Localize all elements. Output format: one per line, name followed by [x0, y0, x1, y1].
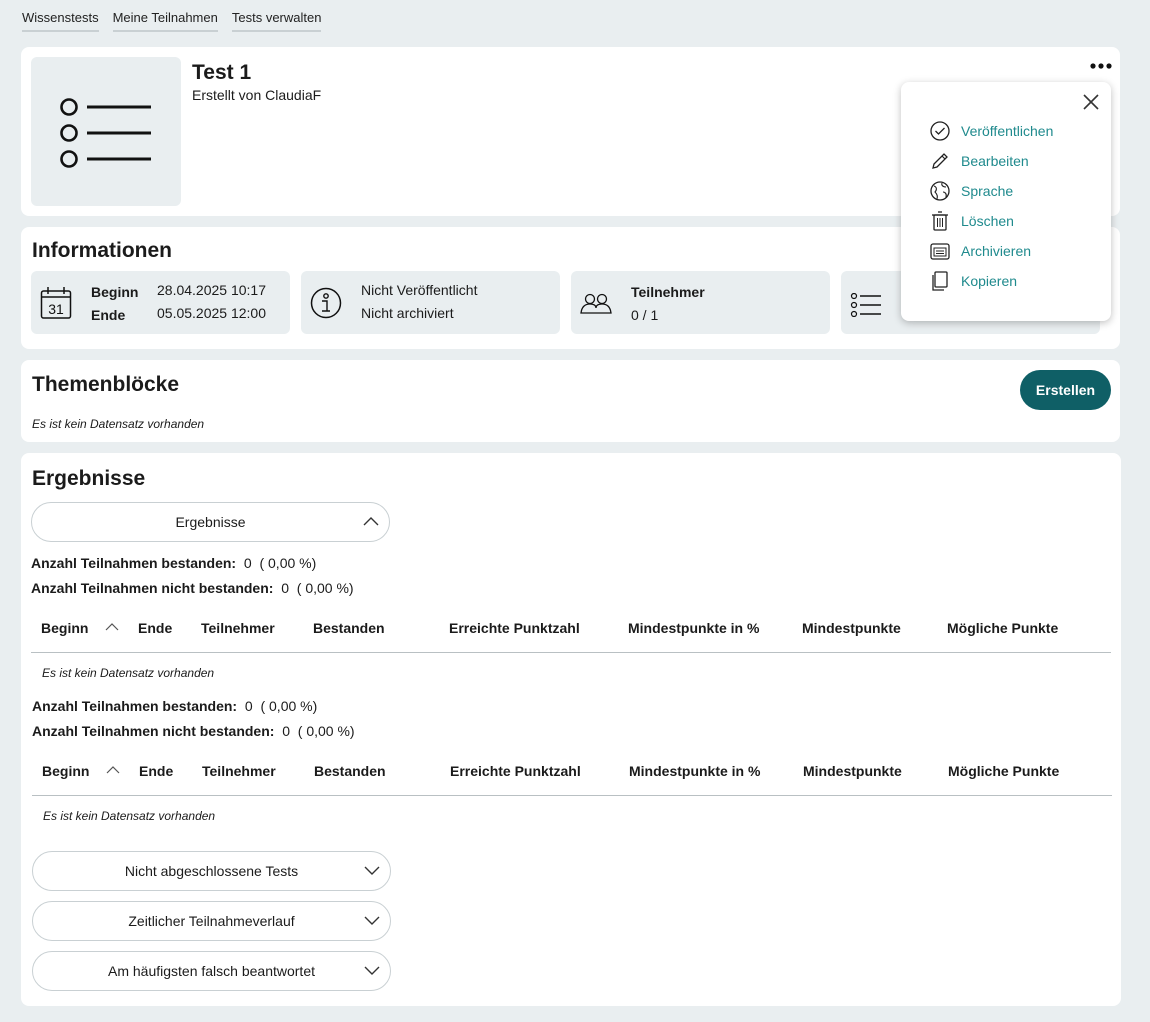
passed-stat-2: Anzahl Teilnahmen bestanden: 0 ( 0,00 %)	[32, 698, 318, 714]
close-icon[interactable]	[1082, 93, 1100, 111]
col-beginn[interactable]: Beginn	[42, 763, 89, 779]
table-divider	[32, 795, 1112, 796]
menu-label-language: Sprache	[961, 183, 1014, 199]
status-archived: Nicht archiviert	[361, 305, 454, 321]
menu-item-delete[interactable]: Löschen	[929, 209, 1014, 233]
status-published: Nicht Veröffentlicht	[361, 282, 478, 298]
menu-label-publish: Veröffentlichen	[961, 123, 1054, 139]
trash-icon	[932, 211, 948, 231]
chevron-down-icon	[364, 916, 380, 925]
col-ende[interactable]: Ende	[139, 763, 173, 779]
topic-blocks-card: Themenblöcke Erstellen Es ist kein Daten…	[21, 360, 1120, 442]
menu-label-edit: Bearbeiten	[961, 153, 1029, 169]
test-author: Erstellt von ClaudiaF	[192, 87, 322, 103]
nav-meine-teilnahmen[interactable]: Meine Teilnahmen	[112, 10, 218, 32]
col-teilnehmer[interactable]: Teilnehmer	[201, 620, 275, 636]
topic-blocks-empty: Es ist kein Datensatz vorhanden	[32, 417, 205, 431]
col-erreichte-punktzahl[interactable]: Erreichte Punktzahl	[449, 620, 580, 636]
nav-tests-verwalten[interactable]: Tests verwalten	[231, 10, 322, 32]
col-ende[interactable]: Ende	[138, 620, 172, 636]
accordion-unfinished-tests[interactable]: Nicht abgeschlossene Tests	[32, 851, 391, 891]
create-button[interactable]: Erstellen	[1020, 370, 1111, 410]
col-moegliche-punkte[interactable]: Mögliche Punkte	[948, 763, 1059, 779]
sort-asc-icon[interactable]	[105, 622, 119, 632]
copy-icon	[932, 271, 948, 291]
participants-value: 0 / 1	[631, 307, 659, 323]
menu-label-copy: Kopieren	[961, 273, 1018, 289]
table-divider	[31, 652, 1111, 653]
sort-asc-icon[interactable]	[106, 765, 120, 775]
accordion-label: Nicht abgeschlossene Tests	[124, 863, 299, 879]
menu-item-edit[interactable]: Bearbeiten	[929, 149, 1029, 173]
results-accordion-label: Ergebnisse	[175, 514, 246, 530]
info-box-participants: Teilnehmer 0 / 1	[571, 271, 830, 334]
calendar-icon: 31	[40, 287, 72, 319]
col-erreichte-punktzahl[interactable]: Erreichte Punktzahl	[450, 763, 581, 779]
col-bestanden[interactable]: Bestanden	[313, 620, 385, 636]
end-label: Ende	[91, 307, 126, 323]
col-mindestpunkte-prozent[interactable]: Mindestpunkte in %	[628, 620, 759, 636]
begin-label: Beginn	[91, 284, 139, 300]
more-horizontal-icon[interactable]	[1089, 59, 1113, 73]
menu-label-delete: Löschen	[961, 213, 1014, 229]
chevron-down-icon	[364, 866, 380, 875]
accordion-label: Am häufigsten falsch beantwortet	[107, 963, 315, 979]
results-title: Ergebnisse	[32, 467, 146, 490]
menu-item-language[interactable]: Sprache	[929, 179, 1013, 203]
table-empty: Es ist kein Datensatz vorhanden	[42, 666, 215, 680]
table-empty: Es ist kein Datensatz vorhanden	[43, 809, 216, 823]
failed-stat: Anzahl Teilnahmen nicht bestanden: 0 ( 0…	[31, 580, 354, 596]
topic-blocks-title: Themenblöcke	[32, 373, 180, 396]
col-bestanden[interactable]: Bestanden	[314, 763, 386, 779]
col-mindestpunkte[interactable]: Mindestpunkte	[802, 620, 901, 636]
results-accordion[interactable]: Ergebnisse	[31, 502, 390, 542]
accordion-label: Zeitlicher Teilnahmeverlauf	[128, 913, 295, 929]
list-icon	[850, 293, 881, 317]
test-thumbnail	[31, 57, 181, 206]
menu-label-archive: Archivieren	[961, 243, 1032, 259]
archive-icon	[930, 243, 950, 260]
info-box-status: Nicht Veröffentlicht Nicht archiviert	[301, 271, 560, 334]
accordion-timeline[interactable]: Zeitlicher Teilnahmeverlauf	[32, 901, 391, 941]
chevron-up-icon	[363, 517, 379, 526]
svg-text:31: 31	[48, 301, 64, 317]
col-mindestpunkte-prozent[interactable]: Mindestpunkte in %	[629, 763, 760, 779]
information-title: Informationen	[32, 239, 172, 262]
check-circle-icon	[930, 121, 950, 141]
accordion-most-wrong[interactable]: Am häufigsten falsch beantwortet	[32, 951, 391, 991]
info-icon	[310, 287, 342, 319]
begin-value: 28.04.2025 10:17	[157, 282, 266, 298]
col-beginn[interactable]: Beginn	[41, 620, 88, 636]
menu-item-archive[interactable]: Archivieren	[929, 239, 1031, 263]
col-teilnehmer[interactable]: Teilnehmer	[202, 763, 276, 779]
passed-stat: Anzahl Teilnahmen bestanden: 0 ( 0,00 %)	[31, 555, 317, 571]
actions-menu: Veröffentlichen Bearbeiten Sprache Lösch…	[901, 82, 1111, 321]
col-moegliche-punkte[interactable]: Mögliche Punkte	[947, 620, 1058, 636]
globe-icon	[930, 181, 950, 201]
menu-item-copy[interactable]: Kopieren	[929, 269, 1017, 293]
users-icon	[580, 293, 612, 314]
nav-wissenstests[interactable]: Wissenstests	[22, 10, 99, 32]
info-box-dates: 31 Beginn Ende 28.04.2025 10:17 05.05.20…	[31, 271, 290, 334]
end-value: 05.05.2025 12:00	[157, 305, 266, 321]
results-card: Ergebnisse Ergebnisse Anzahl Teilnahmen …	[21, 453, 1121, 1006]
test-title: Test 1	[192, 61, 252, 84]
top-navigation: Wissenstests Meine Teilnahmen Tests verw…	[22, 10, 322, 32]
col-mindestpunkte[interactable]: Mindestpunkte	[803, 763, 902, 779]
menu-item-publish[interactable]: Veröffentlichen	[929, 119, 1053, 143]
list-icon	[60, 98, 151, 168]
chevron-down-icon	[364, 966, 380, 975]
participants-label: Teilnehmer	[631, 284, 705, 300]
pencil-icon	[932, 153, 948, 169]
failed-stat-2: Anzahl Teilnahmen nicht bestanden: 0 ( 0…	[32, 723, 355, 739]
